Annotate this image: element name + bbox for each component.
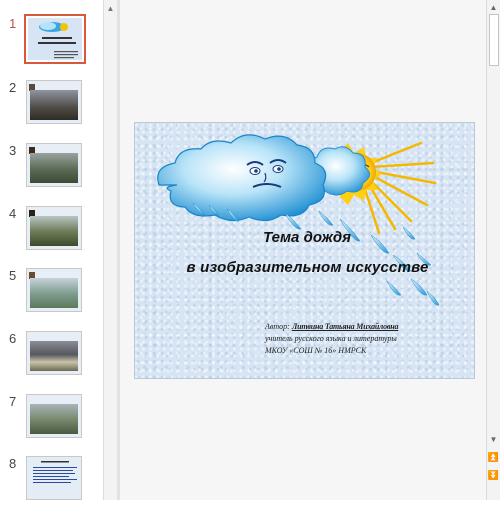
- thumbnail-row-1[interactable]: 1: [0, 14, 100, 72]
- thumbnail-row-3[interactable]: 3: [0, 143, 100, 199]
- slide-thumbnail-3[interactable]: [26, 143, 82, 187]
- slide-thumbnail-pane: 1 2 3 4 5 6 7 8: [0, 0, 103, 500]
- slide-number: 2: [9, 80, 17, 95]
- author-label: Автор:: [265, 322, 292, 331]
- slide-title[interactable]: Тема дождя в изобразительном искусстве: [135, 223, 474, 283]
- thumbnail-row-8[interactable]: 8: [0, 456, 100, 512]
- slide-number: 5: [9, 268, 17, 283]
- slide-thumbnail-8[interactable]: [26, 456, 82, 500]
- author-line: Автор: Литвина Татьяна Михайловна: [265, 321, 470, 333]
- slide-number: 4: [9, 206, 17, 221]
- main-scrollbar[interactable]: ▲ ▼ ⏫ ⏬: [486, 0, 500, 500]
- slide-number: 1: [9, 16, 17, 31]
- slide-number: 7: [9, 394, 17, 409]
- slide-number: 8: [9, 456, 17, 471]
- slide-thumbnail-7[interactable]: [26, 394, 82, 438]
- double-chevron-up-icon[interactable]: ⏫: [487, 452, 500, 464]
- slide-thumbnail-6[interactable]: [26, 331, 82, 375]
- author-school: МКОУ «СОШ № 16» НМРСК: [265, 346, 367, 355]
- cloud-icon: [157, 134, 327, 222]
- text-slide-preview: [33, 461, 77, 483]
- author-role: учитель русского языка и литературы: [265, 334, 397, 343]
- scrollbar-thumb[interactable]: [489, 14, 499, 66]
- slide-thumbnail-1[interactable]: [24, 14, 86, 64]
- thumbnail-row-5[interactable]: 5: [0, 268, 100, 324]
- title-line-1: Тема дождя: [263, 229, 351, 246]
- author-info[interactable]: Автор: Литвина Татьяна Михайловна учител…: [265, 321, 470, 357]
- triangle-down-icon[interactable]: ▼: [487, 434, 500, 446]
- title-line-2: в изобразительном искусстве: [186, 259, 429, 276]
- triangle-up-icon[interactable]: ▲: [104, 2, 117, 15]
- current-slide[interactable]: Тема дождя в изобразительном искусстве А…: [134, 122, 475, 379]
- thumbnail-row-6[interactable]: 6: [0, 331, 100, 387]
- slide-number: 3: [9, 143, 17, 158]
- title-slide-preview: [38, 22, 78, 59]
- double-chevron-down-icon[interactable]: ⏬: [487, 470, 500, 482]
- author-name: Литвина Татьяна Михайловна: [291, 322, 399, 331]
- slide-thumbnail-5[interactable]: [26, 268, 82, 312]
- thumbnail-row-2[interactable]: 2: [0, 80, 100, 136]
- thumbnail-scrollbar[interactable]: ▲: [103, 0, 117, 500]
- thumbnail-row-7[interactable]: 7: [0, 394, 100, 450]
- slide-thumbnail-2[interactable]: [26, 80, 82, 124]
- thumbnail-row-4[interactable]: 4: [0, 206, 100, 262]
- slide-thumbnail-4[interactable]: [26, 206, 82, 250]
- slide-number: 6: [9, 331, 17, 346]
- triangle-up-icon[interactable]: ▲: [487, 2, 500, 14]
